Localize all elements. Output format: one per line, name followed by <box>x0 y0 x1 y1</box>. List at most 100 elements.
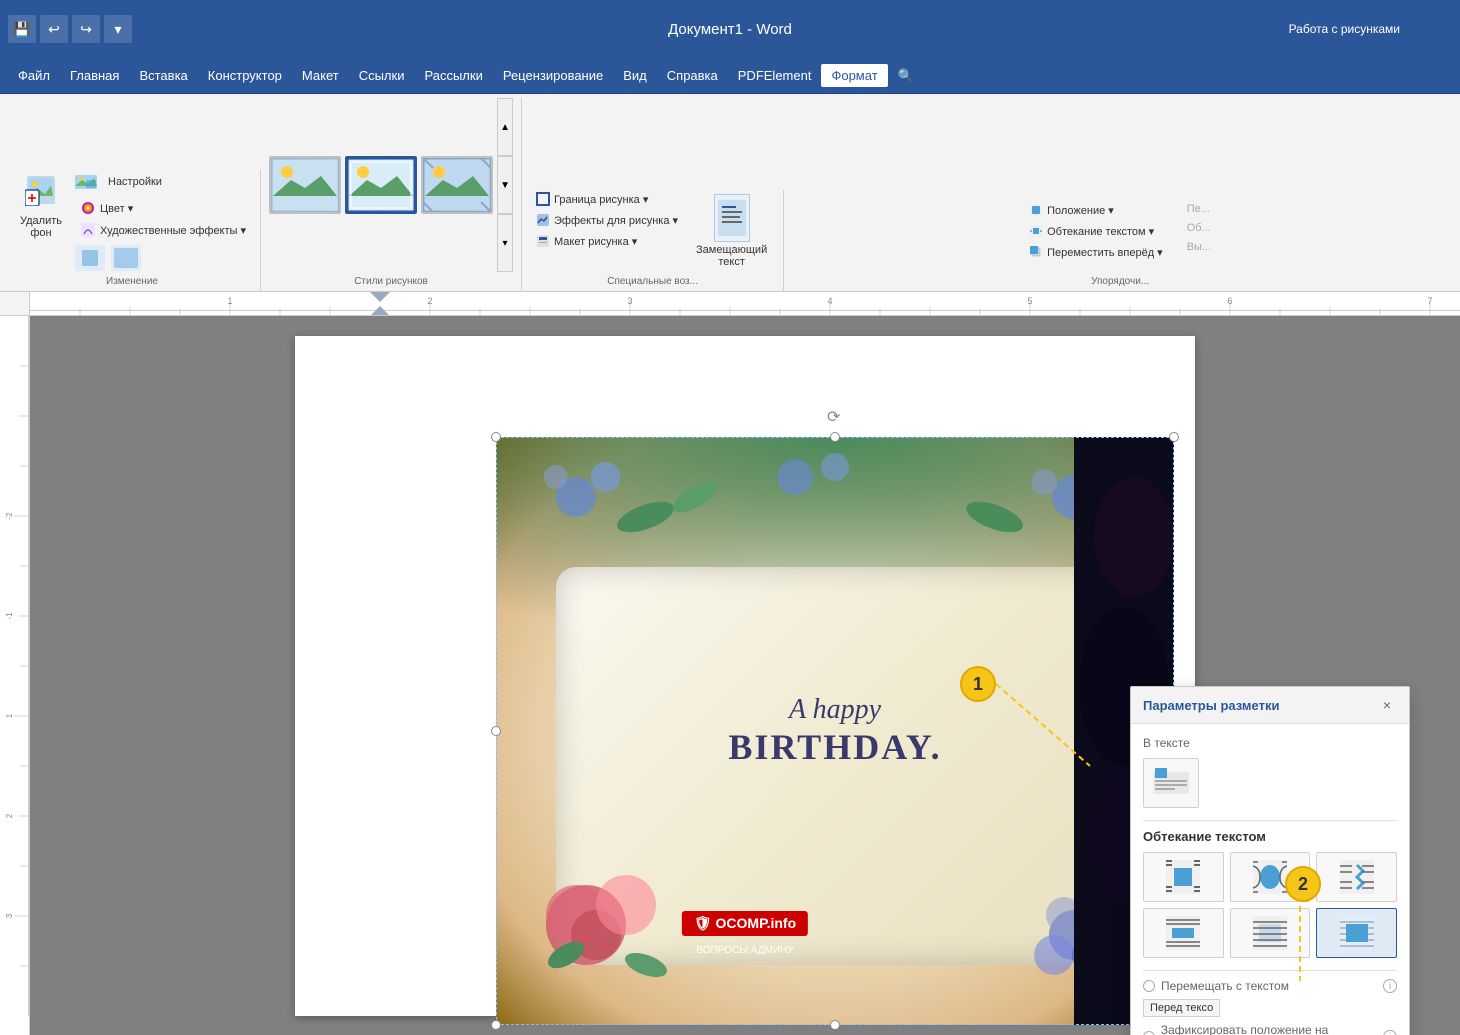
fix-position-row: Зафиксировать положение на странице i <box>1143 1023 1397 1035</box>
before-text-field[interactable]: Перед тексо <box>1143 999 1220 1017</box>
birthday-image: A happy BIRTHDAY. <box>496 437 1174 1025</box>
menu-search[interactable]: 🔍 <box>888 64 924 88</box>
layout-panel-close-button[interactable]: × <box>1377 695 1397 715</box>
redo-icon[interactable]: ↪ <box>72 15 100 43</box>
menu-format[interactable]: Формат <box>821 64 887 87</box>
ribbon-group-special-content: Граница рисунка ▾ Эффекты для рисунка ▾ … <box>530 190 775 272</box>
wrap-behind-text-button[interactable] <box>1230 908 1311 958</box>
picture-border-label: Граница рисунка ▾ <box>554 193 648 206</box>
rotate-handle[interactable]: ⟳ <box>827 407 843 423</box>
fix-position-radio[interactable] <box>1143 1031 1155 1035</box>
styles-group-label: Стили рисунков <box>269 276 513 287</box>
menu-insert[interactable]: Вставка <box>129 64 197 87</box>
handle-bottom-middle[interactable] <box>830 1020 840 1030</box>
quick-access-icon[interactable]: ▾ <box>104 15 132 43</box>
card-text: A happy BIRTHDAY. <box>728 694 941 768</box>
svg-text:5: 5 <box>1027 296 1032 306</box>
menu-layout[interactable]: Макет <box>292 64 349 87</box>
layout-panel-header: Параметры разметки × <box>1131 687 1409 724</box>
divider-2 <box>1143 970 1397 971</box>
inline-text-button[interactable] <box>1143 758 1199 808</box>
annotation-2: 2 <box>1285 866 1321 902</box>
menu-review[interactable]: Рецензирование <box>493 64 613 87</box>
svg-text:1: 1 <box>227 296 232 306</box>
art-effects-label: Художественные эффекты ▾ <box>100 224 246 237</box>
handle-top-left[interactable] <box>491 432 501 442</box>
settings-label: Настройки <box>108 176 162 188</box>
menu-pdfelement[interactable]: PDFElement <box>728 64 822 87</box>
settings-button[interactable]: Настройки <box>102 174 168 190</box>
position-button[interactable]: Положение ▾ <box>1023 201 1169 219</box>
svg-text:-1: -1 <box>5 612 14 620</box>
handle-top-middle[interactable] <box>830 432 840 442</box>
wrap-text-label: Обтекание текстом <box>1143 829 1397 844</box>
svg-text:2: 2 <box>5 813 14 818</box>
remove-bg-icon <box>25 174 57 213</box>
move-with-text-radio[interactable] <box>1143 980 1155 992</box>
style-pic-1[interactable] <box>269 156 341 214</box>
menu-mailings[interactable]: Рассылки <box>414 64 492 87</box>
text-wrap-label: Обтекание текстом ▾ <box>1047 225 1154 238</box>
color-button[interactable]: Цвет ▾ <box>74 198 139 218</box>
save-icon[interactable]: 💾 <box>8 15 36 43</box>
alt-text-button[interactable]: Замещающийтекст <box>688 190 775 272</box>
layout-panel-title: Параметры разметки <box>1143 698 1279 713</box>
color-label: Цвет ▾ <box>100 202 133 215</box>
ribbon-group-arrange-content: Положение ▾ Обтекание текстом ▾ Перемест… <box>1023 201 1217 272</box>
ribbon-group-arrange: Положение ▾ Обтекание текстом ▾ Перемест… <box>784 201 1456 291</box>
remove-background-button[interactable]: Удалитьфон <box>12 170 70 243</box>
styles-scroll-up[interactable]: ▲ <box>497 98 513 156</box>
menu-view[interactable]: Вид <box>613 64 657 87</box>
menu-file[interactable]: Файл <box>8 64 60 87</box>
menu-references[interactable]: Ссылки <box>349 64 415 87</box>
wrap-in-front-button[interactable] <box>1316 908 1397 958</box>
svg-text:3: 3 <box>5 913 14 918</box>
menu-home[interactable]: Главная <box>60 64 129 87</box>
move-with-text-label: Перемещать с текстом <box>1161 979 1289 993</box>
remove-background-label: Удалитьфон <box>20 215 62 239</box>
arrange-group-label: Упорядочи... <box>792 276 1448 287</box>
handle-top-right[interactable] <box>1169 432 1179 442</box>
menu-help[interactable]: Справка <box>657 64 728 87</box>
special-group-label: Специальные воз... <box>530 276 775 287</box>
ribbon-group-styles: ▲ ▼ ▾ Стили рисунков <box>261 98 522 291</box>
picture-layout-button[interactable]: Макет рисунка ▾ <box>530 232 684 250</box>
move-with-text-row: Перемещать с текстом i <box>1143 979 1397 993</box>
out-label: Об... <box>1181 220 1217 236</box>
divider-1 <box>1143 820 1397 821</box>
style-pic-3[interactable] <box>421 156 493 214</box>
horizontal-ruler: 1 2 3 4 5 6 7 <box>30 292 1460 316</box>
layout-panel-body: В тексте Обтекание текстом <box>1131 724 1409 1035</box>
menu-bar: Файл Главная Вставка Конструктор Макет С… <box>0 58 1460 94</box>
wrap-top-bottom-button[interactable] <box>1143 908 1224 958</box>
bring-forward-button[interactable]: Переместить вперёд ▾ <box>1023 243 1169 261</box>
ribbon: Удалитьфон Настройки Цвет ▾ <box>0 94 1460 292</box>
vertical-ruler: -2 -1 1 2 3 <box>0 316 30 1035</box>
wrap-square-button[interactable] <box>1143 852 1224 902</box>
wrap-icons-grid <box>1143 852 1397 958</box>
styles-scroll-down[interactable]: ▼ <box>497 156 513 214</box>
in-text-icons <box>1143 758 1397 808</box>
picture-effects-button[interactable]: Эффекты для рисунка ▾ <box>530 211 684 229</box>
undo-icon[interactable]: ↩ <box>40 15 68 43</box>
text-wrap-button[interactable]: Обтекание текстом ▾ <box>1023 222 1169 240</box>
image-container[interactable]: A happy BIRTHDAY. <box>495 436 1175 1026</box>
wrap-through-button[interactable] <box>1316 852 1397 902</box>
styles-expand[interactable]: ▾ <box>497 214 513 272</box>
ruler-container: 1 2 3 4 5 6 7 <box>0 292 1460 316</box>
fix-position-label: Зафиксировать положение на странице <box>1161 1023 1378 1035</box>
fix-position-info: i <box>1383 1030 1397 1035</box>
menu-design[interactable]: Конструктор <box>198 64 292 87</box>
svg-text:7: 7 <box>1427 296 1432 306</box>
main-area: -2 -1 1 2 3 <box>0 316 1460 1035</box>
ribbon-group-change-content: Удалитьфон Настройки Цвет ▾ <box>12 170 252 272</box>
art-effects-button[interactable]: Художественные эффекты ▾ <box>74 220 252 240</box>
title-bar-title: Документ1 - Word <box>668 21 792 38</box>
move-with-text-info: i <box>1383 979 1397 993</box>
style-pic-2[interactable] <box>345 156 417 214</box>
title-bar-left: 💾 ↩ ↪ ▾ <box>0 15 140 43</box>
picture-border-button[interactable]: Граница рисунка ▾ <box>530 190 684 208</box>
handle-middle-left[interactable] <box>491 726 501 736</box>
svg-text:-2: -2 <box>5 512 14 520</box>
handle-bottom-left[interactable] <box>491 1020 501 1030</box>
